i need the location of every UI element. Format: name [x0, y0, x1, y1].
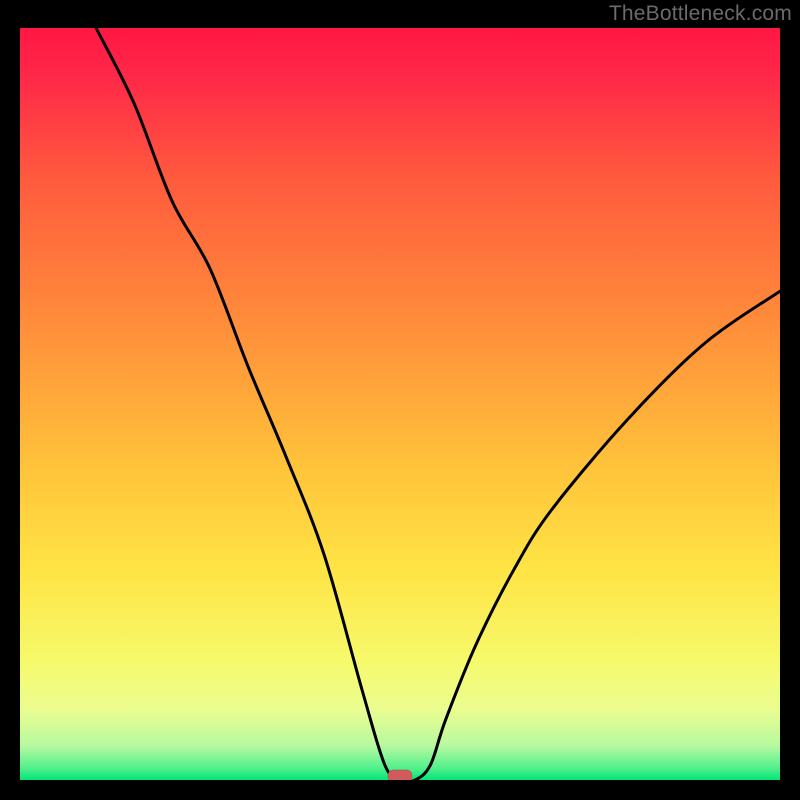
attribution-text: TheBottleneck.com [609, 2, 792, 26]
plot-area [20, 28, 780, 780]
optimal-marker [388, 770, 412, 780]
gradient-background [20, 28, 780, 780]
chart-container: TheBottleneck.com [0, 0, 800, 800]
chart-svg [20, 28, 780, 780]
